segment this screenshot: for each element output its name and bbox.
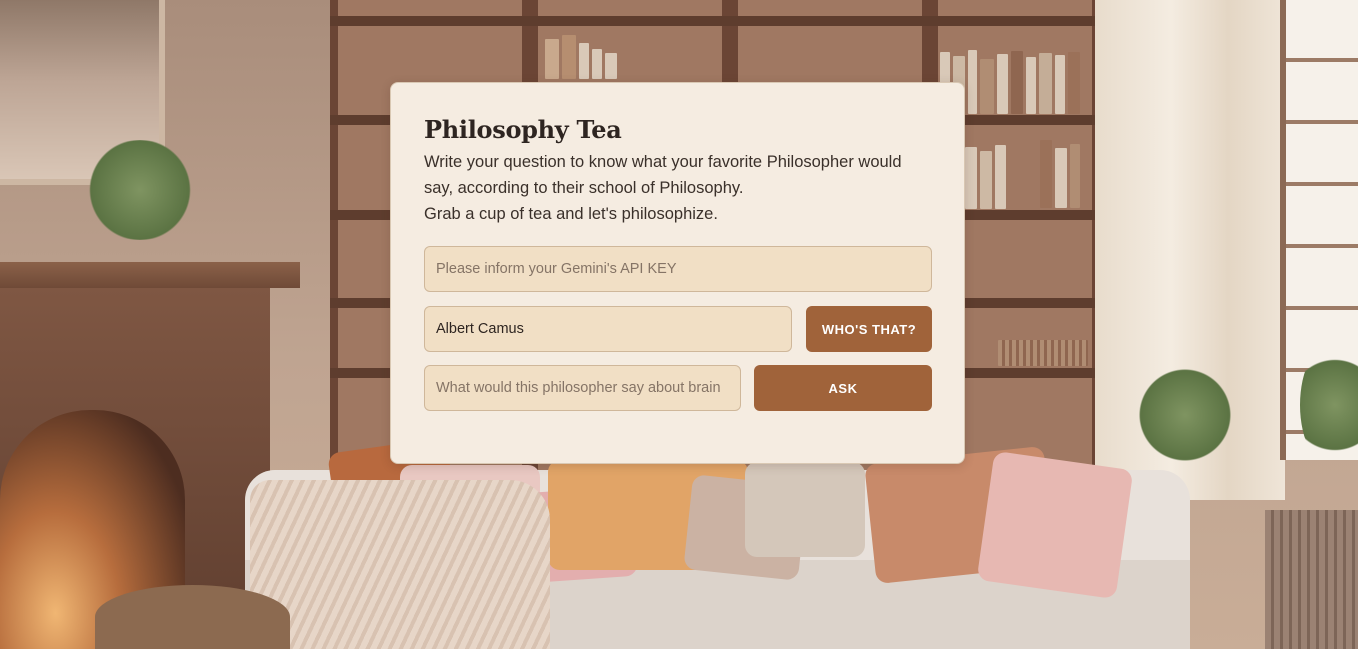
potted-plant [1135,360,1235,470]
book-row [1040,140,1080,208]
book-row [965,145,1006,209]
whos-that-button[interactable]: WHO'S THAT? [806,306,932,352]
book-row [545,35,617,79]
philosopher-name-input[interactable] [424,306,792,352]
fireplace-mantel [0,262,300,288]
philosophy-tea-card: Philosophy Tea Write your question to kn… [390,82,965,464]
pillow [745,462,865,557]
ask-button[interactable]: ASK [754,365,932,411]
card-description: Write your question to know what your fa… [424,153,902,223]
api-key-input[interactable] [424,246,932,292]
shelf-board [330,16,1100,26]
book-row [998,340,1088,366]
card-title: Philosophy Tea [424,115,622,144]
question-input[interactable] [424,365,741,411]
potted-plant [75,140,205,240]
throw-blanket [250,480,550,649]
side-table [95,585,290,649]
pillow [976,450,1134,600]
radiator [1265,510,1358,649]
